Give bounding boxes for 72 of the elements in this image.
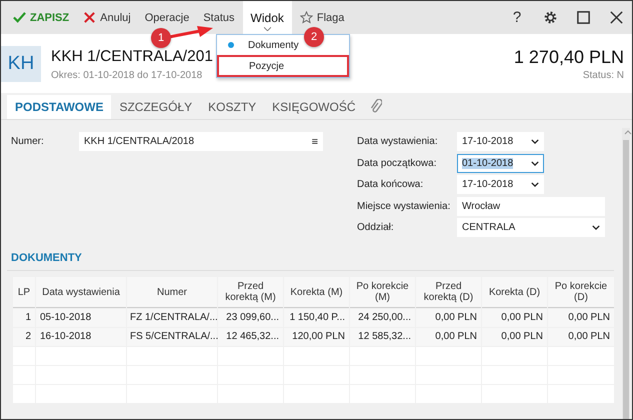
table-cell: 24 250,00...	[350, 309, 415, 327]
save-button[interactable]: ZAPISZ	[7, 8, 76, 28]
column-header[interactable]: Przed korektą (M)	[218, 277, 283, 308]
menu-button[interactable]: Status	[197, 8, 241, 28]
tab[interactable]: KSIĘGOWOŚĆ	[264, 95, 364, 119]
column-header[interactable]: Po korekcie (D)	[548, 277, 614, 308]
paperclip-icon[interactable]	[370, 99, 382, 115]
table-cell: 16-10-2018	[36, 328, 126, 346]
date-field[interactable]: 17-10-2018	[457, 132, 544, 152]
field-label: Data końcowa:	[357, 179, 424, 190]
tab[interactable]: PODSTAWOWE	[7, 95, 112, 119]
menu-icon[interactable]: ≡	[312, 136, 318, 148]
checkmark-icon	[13, 11, 26, 24]
tab[interactable]: KOSZTY	[200, 95, 264, 119]
maximize-icon[interactable]	[576, 10, 591, 25]
table-cell: FZ 1/CENTRALA/...	[127, 309, 217, 327]
flag-button[interactable]: Flaga	[294, 8, 350, 28]
chevron-icon[interactable]	[531, 160, 539, 166]
column-header[interactable]: LP	[13, 277, 35, 308]
column-header[interactable]: Przed korektą (D)	[416, 277, 481, 308]
tab[interactable]: SZCZEGÓŁY	[111, 95, 200, 119]
field-label: Numer:	[11, 136, 45, 147]
star-icon	[300, 11, 313, 24]
cancel-button[interactable]: Anuluj	[77, 8, 137, 28]
document-avatar: KH	[1, 46, 41, 82]
menu-button[interactable]: Operacje	[138, 8, 196, 28]
table-cell: 23 099,60...	[218, 309, 283, 327]
table-cell: 05-10-2018	[36, 309, 126, 327]
status-text: Status: N	[582, 70, 624, 81]
field-label: Oddział:	[357, 222, 395, 234]
arrow-annotation	[168, 25, 214, 39]
column-header[interactable]: Numer	[127, 277, 217, 308]
chevron-icon[interactable]	[531, 182, 539, 188]
settings-icon[interactable]	[543, 10, 558, 25]
column-header[interactable]: Data wystawienia	[36, 277, 126, 308]
table-cell: FS 5/CENTRALA/...	[127, 328, 217, 346]
field-label: Miejsce wystawienia:	[357, 200, 452, 212]
table-cell: 120,00 PLN	[284, 328, 349, 346]
help-button[interactable]: ?	[501, 8, 533, 28]
number-field[interactable]: KKH 1/CENTRALA/2018 ≡	[79, 132, 323, 151]
table-cell: 0,00 PLN	[416, 328, 481, 346]
table-cell: 0,00 PLN	[482, 328, 547, 346]
table-cell: 0,00 PLN	[548, 328, 614, 346]
total-amount: 1 270,40 PLN	[514, 46, 624, 68]
scrollbar[interactable]	[622, 128, 630, 419]
section-title: DOKUMENTY	[11, 252, 83, 264]
close-icon	[83, 11, 96, 24]
column-header[interactable]: Korekta (M)	[284, 277, 349, 308]
period-text: Okres: 01-10-2018 do 17-10-2018	[51, 70, 204, 81]
table-cell: 0,00 PLN	[482, 309, 547, 327]
document-title: KKH 1/CENTRALA/201	[51, 47, 213, 67]
table-cell: 12 465,32...	[218, 328, 283, 346]
table-cell: 1 150,40 P...	[284, 309, 349, 327]
menu-item[interactable]: Pozycje	[217, 55, 349, 77]
table-cell: 1	[13, 309, 35, 327]
chevron-icon[interactable]	[592, 225, 600, 230]
table-cell: 0,00 PLN	[416, 309, 481, 327]
close-icon[interactable]	[609, 10, 624, 25]
dropdown-field[interactable]: CENTRALA	[457, 218, 605, 238]
table-cell: 2	[13, 328, 35, 346]
field-label: Data początkowa:	[357, 158, 438, 169]
field-label: Data wystawienia:	[357, 136, 439, 148]
text-field[interactable]: Wrocław	[457, 196, 605, 216]
column-header[interactable]: Korekta (D)	[482, 277, 547, 308]
date-field[interactable]: 01-10-2018	[457, 154, 544, 173]
chevron-icon[interactable]	[531, 139, 539, 144]
column-header[interactable]: Po korekcie (M)	[350, 277, 415, 308]
caret-icon	[264, 27, 272, 31]
date-field[interactable]: 17-10-2018	[457, 175, 544, 194]
table-cell: 0,00 PLN	[548, 309, 614, 327]
table-cell: 12 585,32...	[350, 328, 415, 346]
menu-button[interactable]: Widok	[242, 1, 292, 34]
